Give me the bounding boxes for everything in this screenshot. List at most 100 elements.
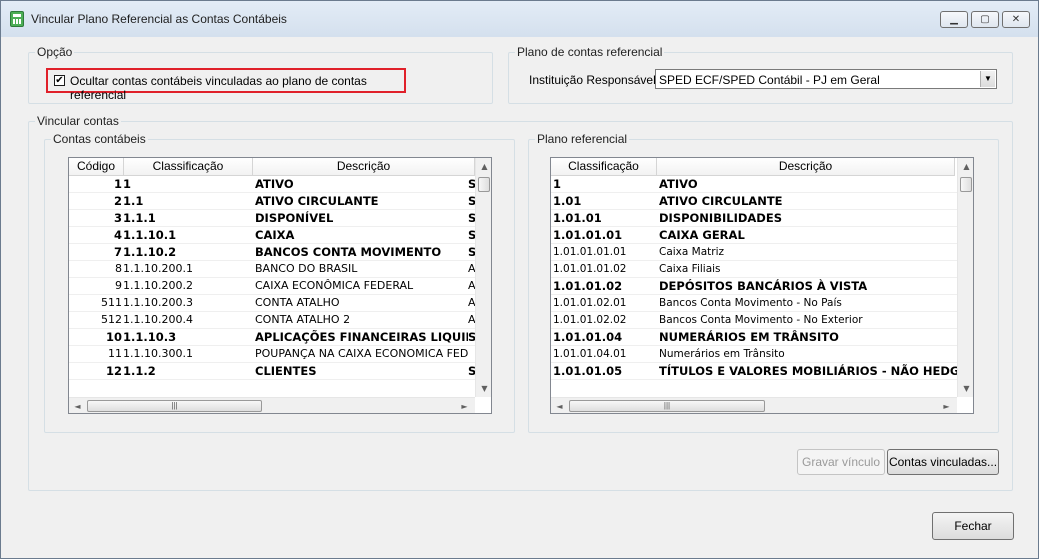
cell-descricao: CONTA ATALHO	[255, 296, 340, 309]
title-bar[interactable]: Vincular Plano Referencial as Contas Con…	[1, 1, 1038, 37]
cell-codigo: 4	[113, 228, 122, 242]
cell-classificacao: 1.01	[553, 194, 582, 208]
contas-contabeis-hscroll[interactable]: ◄ ||| ►	[69, 397, 475, 413]
vscroll-thumb[interactable]	[960, 177, 972, 192]
cell-codigo: 10	[105, 330, 122, 344]
cell-codigo: 7	[113, 245, 122, 259]
column-header-codigo[interactable]: Código	[69, 158, 124, 176]
opcao-group: Opção ✔ Ocultar contas contábeis vincula…	[28, 45, 493, 104]
column-header-classificacao[interactable]: Classificação	[124, 158, 253, 176]
scroll-down-arrow-icon[interactable]: ▼	[958, 380, 973, 397]
cell-descricao: POUPANÇA NA CAIXA ECONOMICA FEDERA	[255, 347, 468, 360]
table-row[interactable]: 1.01.01 DISPONIBILIDADES	[551, 210, 957, 227]
cell-classificacao: 1.01.01.04.01	[553, 348, 627, 360]
cell-codigo: 3	[113, 211, 122, 225]
column-header-descricao[interactable]: Descrição	[657, 158, 955, 176]
table-row[interactable]: 21.1 ATIVO CIRCULANTE S	[69, 193, 475, 210]
instituicao-selected-value: SPED ECF/SPED Contábil - PJ em Geral	[659, 73, 880, 87]
cell-tipo: S	[468, 244, 475, 261]
scroll-up-arrow-icon[interactable]: ▲	[958, 158, 973, 175]
cell-classificacao: 1.1.10.1	[123, 228, 177, 242]
column-header-descricao[interactable]: Descrição	[253, 158, 475, 176]
table-row[interactable]: 1.01.01.01.01 Caixa Matriz	[551, 244, 957, 261]
close-button[interactable]: ✕	[1002, 11, 1030, 28]
table-row[interactable]: 511 1.1.10.200.3 CONTA ATALHO A	[69, 295, 475, 312]
cell-classificacao: 1.01.01.02	[553, 279, 623, 293]
cell-descricao: TÍTULOS E VALORES MOBILIÁRIOS - NÃO HEDG…	[659, 364, 957, 378]
cell-descricao: DISPONIBILIDADES	[659, 211, 782, 225]
table-row[interactable]: 11 1.1.10.300.1 POUPANÇA NA CAIXA ECONOMIC…	[69, 346, 475, 363]
cell-codigo: 511	[101, 296, 122, 309]
contas-contabeis-grid[interactable]: Código Classificação Descrição 11ATIVOS2…	[68, 157, 492, 414]
cell-classificacao: 1.1.10.200.2	[123, 279, 193, 292]
fechar-button[interactable]: Fechar	[932, 512, 1014, 540]
instituicao-select[interactable]: SPED ECF/SPED Contábil - PJ em Geral ▼	[655, 69, 997, 89]
plano-referencial-hscroll[interactable]: ◄ ||| ►	[551, 397, 957, 413]
cell-classificacao: 1.01.01.01.02	[553, 263, 627, 275]
cell-classificacao: 1.1.1	[123, 211, 156, 225]
table-row[interactable]: 1.01.01.01 CAIXA GERAL	[551, 227, 957, 244]
scroll-left-arrow-icon[interactable]: ◄	[69, 398, 86, 413]
cell-descricao: Bancos Conta Movimento - No Exterior	[659, 314, 863, 326]
table-row[interactable]: 71.1.10.2 BANCOS CONTA MOVIMENTO S	[69, 244, 475, 261]
cell-tipo: A	[468, 296, 475, 309]
cell-tipo: A	[468, 313, 475, 326]
plano-referencial-vscroll[interactable]: ▲ ▼	[957, 158, 973, 397]
scroll-down-arrow-icon[interactable]: ▼	[476, 380, 491, 397]
table-row[interactable]: 1.01.01.02 DEPÓSITOS BANCÁRIOS À VISTA	[551, 278, 957, 295]
vscroll-thumb[interactable]	[478, 177, 490, 192]
cell-descricao: CAIXA GERAL	[659, 228, 745, 242]
table-row[interactable]: 1.01.01.01.02 Caixa Filiais	[551, 261, 957, 278]
contas-vinculadas-button[interactable]: Contas vinculadas...	[887, 449, 999, 475]
table-row[interactable]: 9 1.1.10.200.2 CAIXA ECONÔMICA FEDERAL A	[69, 278, 475, 295]
cell-descricao: Caixa Matriz	[659, 246, 725, 258]
table-row[interactable]: 512 1.1.10.200.4 CONTA ATALHO 2 A	[69, 312, 475, 329]
cell-descricao: CAIXA ECONÔMICA FEDERAL	[255, 279, 414, 292]
column-header-classificacao[interactable]: Classificação	[551, 158, 657, 176]
cell-descricao: Numerários em Trânsito	[659, 348, 785, 360]
cell-classificacao: 1.1.10.200.1	[123, 262, 193, 275]
cell-tipo: S	[468, 210, 475, 227]
table-row[interactable]: 1.01.01.04 NUMERÁRIOS EM TRÂNSITO	[551, 329, 957, 346]
maximize-button[interactable]: ▢	[971, 11, 999, 28]
plano-referencial-rows: 1 ATIVO 1.01 ATIVO CIRCULANTE 1.01.01 DISPONI…	[551, 176, 957, 380]
contas-contabeis-vscroll[interactable]: ▲ ▼	[475, 158, 491, 397]
hide-linked-accounts-label[interactable]: Ocultar contas contábeis vinculadas ao p…	[70, 74, 404, 102]
cell-classificacao: 1.1.10.2	[123, 245, 177, 259]
table-row[interactable]: 8 1.1.10.200.1 BANCO DO BRASIL A	[69, 261, 475, 278]
hide-linked-accounts-highlight: ✔ Ocultar contas contábeis vinculadas ao…	[46, 68, 406, 102]
gravar-vinculo-button[interactable]: Gravar vínculo	[797, 449, 885, 475]
cell-descricao: Bancos Conta Movimento - No País	[659, 297, 842, 309]
chevron-down-icon[interactable]: ▼	[980, 71, 995, 87]
plano-referencial-grid[interactable]: Classificação Descrição 1 ATIVO 1.01 ATIVO …	[550, 157, 974, 414]
cell-classificacao: 1.1.10.200.4	[123, 313, 193, 326]
scroll-right-arrow-icon[interactable]: ►	[456, 398, 473, 413]
hscroll-thumb[interactable]: |||	[87, 400, 262, 412]
table-row[interactable]: 11 ATIVO S	[69, 176, 475, 193]
table-row[interactable]: 1.01.01.02.01 Bancos Conta Movimento - No…	[551, 295, 957, 312]
table-row[interactable]: 31.1.1 DISPONÍVEL S	[69, 210, 475, 227]
cell-descricao: ATIVO	[659, 177, 698, 191]
cell-codigo: 1	[113, 177, 122, 191]
table-row[interactable]: 1.01.01.04.01 Numerários em Trânsito	[551, 346, 957, 363]
table-row[interactable]: 1.01.01.02.02 Bancos Conta Movimento - No…	[551, 312, 957, 329]
scroll-up-arrow-icon[interactable]: ▲	[476, 158, 491, 175]
hscroll-thumb[interactable]: |||	[569, 400, 765, 412]
minimize-button[interactable]: ▁	[940, 11, 968, 28]
table-row[interactable]: 121.1.2 CLIENTES S	[69, 363, 475, 380]
cell-classificacao: 1.01.01.02.02	[553, 314, 627, 326]
table-row[interactable]: 41.1.10.1 CAIXA S	[69, 227, 475, 244]
hide-linked-accounts-checkbox[interactable]: ✔	[54, 75, 65, 86]
table-row[interactable]: 1.01.01.05 TÍTULOS E VALORES MOBILIÁRIOS …	[551, 363, 957, 380]
scroll-left-arrow-icon[interactable]: ◄	[551, 398, 568, 413]
contas-contabeis-rows: 11 ATIVO S 21.1 ATIVO CIRCULANTE S 31.1.1 DISPO…	[69, 176, 475, 380]
window-title: Vincular Plano Referencial as Contas Con…	[31, 12, 287, 26]
table-row[interactable]: 1 ATIVO	[551, 176, 957, 193]
cell-descricao: DISPONÍVEL	[255, 211, 334, 225]
table-row[interactable]: 10 1.1.10.3 APLICAÇÕES FINANCEIRAS LIQUIDE…	[69, 329, 475, 346]
cell-codigo: 512	[101, 313, 122, 326]
scroll-right-arrow-icon[interactable]: ►	[938, 398, 955, 413]
contas-contabeis-group: Contas contábeis Código Classificação De…	[44, 132, 515, 433]
cell-classificacao: 1.01.01.05	[553, 364, 623, 378]
table-row[interactable]: 1.01 ATIVO CIRCULANTE	[551, 193, 957, 210]
